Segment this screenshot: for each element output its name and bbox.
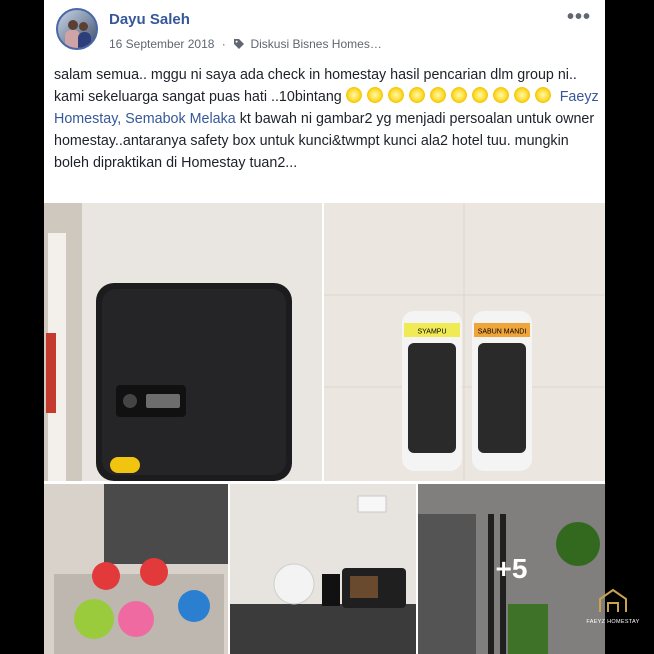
star-emoji-row	[345, 87, 560, 105]
avatar-person-body	[78, 32, 91, 48]
watermark-text: FAEYZ HOMESTAY	[586, 619, 640, 625]
star-emoji-icon	[387, 87, 404, 103]
star-emoji-icon	[471, 87, 488, 103]
soap-label: SABUN MANDI	[478, 329, 527, 336]
more-options-icon[interactable]: •••	[567, 6, 591, 29]
star-emoji-icon	[408, 87, 425, 103]
star-emoji-icon	[534, 87, 551, 103]
photo-fridge-more[interactable]: +5	[418, 484, 605, 654]
star-emoji-icon	[492, 87, 509, 103]
star-emoji-icon	[366, 87, 383, 103]
avatar-person-head	[79, 22, 88, 31]
tag-icon	[233, 38, 245, 53]
photo-kitchen-drawer[interactable]	[44, 484, 228, 654]
star-emoji-icon	[450, 87, 467, 103]
meta-separator: ·	[221, 37, 226, 51]
post-card: Dayu Saleh 16 September 2018 · Diskusi B…	[44, 0, 605, 654]
post-date[interactable]: 16 September 2018	[109, 37, 214, 51]
post-meta: 16 September 2018 · Diskusi Bisnes Homes…	[109, 37, 382, 53]
photo-key-safe[interactable]	[44, 203, 322, 481]
post-text: salam semua.. mggu ni saya ada check in …	[54, 64, 599, 174]
avatar-person-head	[68, 20, 78, 30]
photo-kitchen-counter[interactable]	[230, 484, 416, 654]
star-emoji-icon	[345, 87, 362, 103]
house-logo-icon	[599, 588, 627, 612]
shampoo-label: SYAMPU	[417, 329, 446, 336]
more-photos-overlay[interactable]: +5	[418, 484, 605, 654]
author-name[interactable]: Dayu Saleh	[109, 11, 190, 28]
faeyz-logo: FAEYZ HOMESTAY	[578, 588, 648, 625]
star-emoji-icon	[429, 87, 446, 103]
star-emoji-icon	[513, 87, 530, 103]
group-link[interactable]: Diskusi Bisnes Homes…	[250, 37, 381, 51]
avatar[interactable]	[56, 8, 98, 50]
photo-soap-dispensers[interactable]: SYAMPU SABUN MANDI	[324, 203, 605, 481]
